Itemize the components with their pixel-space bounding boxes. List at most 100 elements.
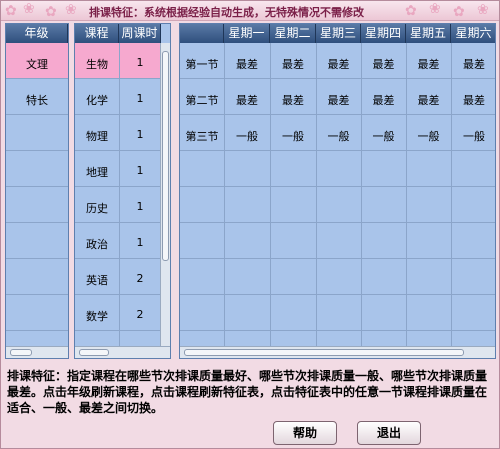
grid-line	[6, 258, 68, 259]
grid-line	[406, 43, 407, 358]
schedule-quality-cell[interactable]: 最差	[224, 92, 270, 108]
schedule-quality-cell[interactable]: 一般	[270, 128, 316, 144]
period-label: 第二节	[185, 94, 219, 107]
grid-line	[180, 150, 495, 151]
schedule-header-day: 星期三	[316, 24, 361, 43]
grid-line	[75, 78, 170, 79]
course-hours-cell[interactable]: 2	[119, 308, 161, 321]
grid-line	[75, 150, 170, 151]
grid-line	[180, 258, 495, 259]
course-hours-cell[interactable]: 1	[119, 92, 161, 105]
grid-line	[6, 222, 68, 223]
schedule-quality-cell[interactable]: 最差	[270, 56, 316, 72]
window-title: 排课特征：系统根据经验自动生成，无特殊情况不需修改	[89, 6, 364, 19]
scrollbar-thumb[interactable]	[10, 349, 32, 356]
course-name-cell[interactable]: 政治	[75, 236, 119, 252]
exit-button[interactable]: 退出	[357, 421, 421, 445]
schedule-quality-cell[interactable]: 最差	[361, 56, 406, 72]
course-header-name: 课程	[75, 24, 119, 43]
grid-line	[75, 222, 170, 223]
schedule-quality-cell[interactable]: 最差	[316, 56, 361, 72]
schedule-quality-cell[interactable]: 一般	[406, 128, 451, 144]
course-horizontal-scrollbar[interactable]	[75, 346, 170, 358]
course-hours-cell[interactable]: 2	[119, 272, 161, 285]
course-name-cell[interactable]: 历史	[75, 200, 119, 216]
grid-line	[6, 78, 68, 79]
schedule-quality-cell[interactable]: 最差	[406, 92, 451, 108]
schedule-horizontal-scrollbar[interactable]	[180, 346, 495, 358]
grade-header: 年级	[6, 24, 68, 43]
grade-horizontal-scrollbar[interactable]	[6, 346, 68, 358]
schedule-quality-cell[interactable]: 最差	[406, 56, 451, 72]
grade-item[interactable]: 特长	[6, 92, 68, 108]
course-hours-cell[interactable]: 1	[119, 128, 161, 141]
course-name-cell[interactable]: 物理	[75, 128, 119, 144]
schedule-header-corner	[180, 24, 224, 43]
flower-icon: ✿	[405, 3, 417, 19]
course-name-cell[interactable]: 英语	[75, 272, 119, 288]
flower-icon: ❀	[429, 1, 441, 17]
grid-line	[224, 43, 225, 358]
course-name-cell[interactable]: 数学	[75, 308, 119, 324]
course-hours-cell[interactable]: 1	[119, 164, 161, 177]
grid-line	[6, 186, 68, 187]
grid-line	[75, 294, 170, 295]
grid-line	[180, 294, 495, 295]
grid-line	[75, 114, 170, 115]
grid-line	[6, 294, 68, 295]
flower-icon: ✿	[5, 3, 17, 19]
schedule-header-day: 星期五	[406, 24, 451, 43]
grid-line	[270, 43, 271, 358]
title-bar: ✿ ❀ ✿ ❀ 排课特征：系统根据经验自动生成，无特殊情况不需修改 ✿ ❀ ✿ …	[1, 1, 499, 21]
schedule-quality-cell[interactable]: 最差	[224, 56, 270, 72]
grid-line	[451, 43, 452, 358]
grid-line	[316, 43, 317, 358]
flower-icon: ❀	[477, 2, 489, 18]
grid-line	[180, 114, 495, 115]
schedule-quality-cell[interactable]: 最差	[361, 92, 406, 108]
course-name-cell[interactable]: 化学	[75, 92, 119, 108]
period-label: 第三节	[185, 130, 219, 143]
grid-line	[75, 258, 170, 259]
schedule-quality-cell[interactable]: 一般	[361, 128, 406, 144]
course-name-cell[interactable]: 生物	[75, 56, 119, 72]
grid-line	[75, 186, 170, 187]
schedule-header-day: 星期一	[224, 24, 270, 43]
course-header-hours: 周课时	[119, 24, 161, 43]
grid-line	[180, 78, 495, 79]
dialog-window: ✿ ❀ ✿ ❀ 排课特征：系统根据经验自动生成，无特殊情况不需修改 ✿ ❀ ✿ …	[0, 0, 500, 449]
schedule-quality-cell[interactable]: 最差	[451, 92, 495, 108]
schedule-quality-cell[interactable]: 最差	[451, 56, 495, 72]
flower-icon: ❀	[23, 1, 35, 17]
scrollbar-thumb[interactable]	[184, 349, 464, 356]
course-hours-cell[interactable]: 1	[119, 56, 161, 69]
grid-line	[6, 330, 68, 331]
course-hours-cell[interactable]: 1	[119, 200, 161, 213]
schedule-table: 星期一 星期二 星期三 星期四 星期五 星期六 第一节 最差 最差 最差 最差 最差 最差 第二节 最差最…	[179, 23, 496, 359]
schedule-quality-cell[interactable]: 最差	[270, 92, 316, 108]
grid-line	[361, 43, 362, 358]
grade-item[interactable]: 文理	[6, 56, 68, 72]
schedule-header-day: 星期二	[270, 24, 316, 43]
schedule-quality-cell[interactable]: 一般	[316, 128, 361, 144]
grade-list: 年级 文理 特长	[5, 23, 69, 359]
grid-line	[180, 186, 495, 187]
course-vertical-scrollbar[interactable]	[160, 43, 170, 346]
grid-line	[6, 114, 68, 115]
scrollbar-thumb[interactable]	[79, 349, 109, 356]
description-text: 排课特征：指定课程在哪些节次排课质量最好、哪些节次排课质量一般、哪些节次排课质量…	[7, 369, 488, 415]
help-button[interactable]: 帮助	[273, 421, 337, 445]
flower-icon: ✿	[453, 4, 465, 20]
grid-line	[6, 150, 68, 151]
schedule-header-day: 星期四	[361, 24, 406, 43]
course-hours-cell[interactable]: 1	[119, 236, 161, 249]
course-name-cell[interactable]: 地理	[75, 164, 119, 180]
schedule-quality-cell[interactable]: 最差	[316, 92, 361, 108]
flower-icon: ✿	[45, 4, 57, 20]
schedule-quality-cell[interactable]: 一般	[224, 128, 270, 144]
schedule-quality-cell[interactable]: 一般	[451, 128, 495, 144]
grid-line	[75, 330, 170, 331]
scrollbar-thumb[interactable]	[162, 51, 169, 261]
grid-line	[180, 330, 495, 331]
schedule-header-day: 星期六	[451, 24, 495, 43]
